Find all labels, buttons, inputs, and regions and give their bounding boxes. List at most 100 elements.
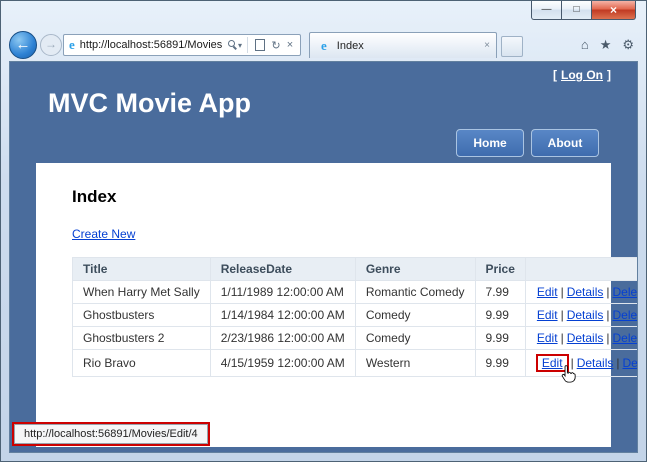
back-button[interactable]: ← [9,31,37,59]
movie-price: 9.99 [475,350,525,377]
nav-about-button[interactable]: About [531,129,599,157]
nav-home-button[interactable]: Home [456,129,524,157]
address-bar-icons: ▾ ↻ × [227,37,300,53]
address-bar[interactable]: e http://localhost:56891/Movies ▾ ↻ × [63,34,301,56]
movie-release-date: 1/11/1989 12:00:00 AM [210,281,355,304]
column-header-title: Title [73,258,211,281]
table-row: Rio Bravo 4/15/1959 12:00:00 AM Western … [73,350,639,377]
movie-title: When Harry Met Sally [73,281,211,304]
maximize-button[interactable]: □ [561,1,592,20]
movie-release-date: 4/15/1959 12:00:00 AM [210,350,355,377]
action-separator: | [606,331,609,345]
table-row: Ghostbusters 1/14/1984 12:00:00 AM Comed… [73,304,639,327]
compatibility-view-icon[interactable] [255,39,265,51]
forward-button[interactable]: → [40,34,62,56]
refresh-icon[interactable]: ↻ [269,39,283,52]
tools-gear-icon[interactable]: ⚙ [622,36,634,54]
movie-release-date: 2/23/1986 12:00:00 AM [210,327,355,350]
status-url-tooltip: http://localhost:56891/Movies/Edit/4 [14,424,208,444]
movies-table: Title ReleaseDate Genre Price When Harry… [72,257,638,377]
address-divider [247,37,248,53]
history-buttons: ← → [9,31,62,59]
edit-link[interactable]: Edit [537,285,558,299]
edit-link[interactable]: Edit [537,331,558,345]
movie-title: Rio Bravo [73,350,211,377]
edit-link[interactable]: Edit [537,308,558,322]
hand-cursor-icon [561,364,576,383]
action-separator: | [561,331,564,345]
page-viewport: [ Log On] MVC Movie App Home About Index … [9,61,638,453]
maximize-icon: □ [573,5,579,15]
logon-area: [ Log On] [10,62,637,82]
movie-price: 9.99 [475,327,525,350]
delete-link[interactable]: Delete [613,285,639,299]
favorites-icon[interactable]: ★ [600,36,612,54]
logon-link[interactable]: Log On [561,68,603,82]
logon-prefix: [ [553,68,557,82]
edit-highlight-annotation: Edit [536,354,569,372]
tab-close-icon[interactable]: × [484,40,490,51]
browser-toolbar: ⌂ ★ ⚙ [581,36,634,54]
browser-window: — □ × ← → e http://localhost:56891/Movie… [0,0,647,462]
row-actions: Edit|Details|Delete [525,327,638,350]
action-separator: | [606,285,609,299]
status-highlight-annotation: http://localhost:56891/Movies/Edit/4 [12,422,210,446]
edit-link[interactable]: Edit [542,356,563,370]
tab-favicon-icon: e [321,38,327,54]
ie-page-icon: e [69,37,75,53]
close-button[interactable]: × [591,1,636,20]
movie-title: Ghostbusters [73,304,211,327]
column-header-genre: Genre [355,258,475,281]
close-icon: × [610,4,617,16]
delete-link[interactable]: Delete [613,331,639,345]
movie-genre: Comedy [355,304,475,327]
titlebar[interactable]: — □ × [1,1,646,29]
page-title: MVC Movie App [48,88,637,119]
details-link[interactable]: Details [567,285,604,299]
search-icon[interactable] [227,39,238,51]
row-actions: Edit|Details|Delete [525,281,638,304]
minimize-icon: — [542,5,552,15]
back-icon: ← [16,36,31,53]
tab-title: Index [337,40,484,52]
minimize-button[interactable]: — [531,1,562,20]
delete-link[interactable]: Delete [623,356,639,370]
movie-genre: Romantic Comedy [355,281,475,304]
row-actions: Edit |Details|Delete [525,350,638,377]
table-row: Ghostbusters 2 2/23/1986 12:00:00 AM Com… [73,327,639,350]
details-link[interactable]: Details [567,308,604,322]
action-separator: | [561,285,564,299]
content-panel: Index Create New Title ReleaseDate Genre… [36,163,611,447]
stop-icon[interactable]: × [283,39,297,51]
window-controls: — □ × [532,1,636,20]
logon-suffix: ] [607,68,611,82]
index-heading: Index [72,187,611,207]
site-menu: Home About [10,129,599,157]
action-separator: | [561,308,564,322]
movie-release-date: 1/14/1984 12:00:00 AM [210,304,355,327]
table-row: When Harry Met Sally 1/11/1989 12:00:00 … [73,281,639,304]
row-actions: Edit|Details|Delete [525,304,638,327]
action-separator: | [616,356,619,370]
movie-genre: Comedy [355,327,475,350]
details-link[interactable]: Details [567,331,604,345]
movie-genre: Western [355,350,475,377]
address-url[interactable]: http://localhost:56891/Movies [80,39,227,51]
search-dropdown-icon[interactable]: ▾ [238,41,242,50]
new-tab-button[interactable] [501,36,523,57]
column-header-price: Price [475,258,525,281]
column-header-actions [525,258,638,281]
forward-icon: → [45,37,57,51]
action-separator: | [606,308,609,322]
table-header-row: Title ReleaseDate Genre Price [73,258,639,281]
movie-price: 9.99 [475,304,525,327]
movie-title: Ghostbusters 2 [73,327,211,350]
tab-index[interactable]: e Index × [309,32,497,58]
browser-navbar: ← → e http://localhost:56891/Movies ▾ ↻ … [1,29,646,61]
movie-price: 7.99 [475,281,525,304]
details-link[interactable]: Details [577,356,614,370]
column-header-releasedate: ReleaseDate [210,258,355,281]
create-new-link[interactable]: Create New [72,227,135,241]
home-icon[interactable]: ⌂ [581,36,589,54]
delete-link[interactable]: Delete [613,308,639,322]
